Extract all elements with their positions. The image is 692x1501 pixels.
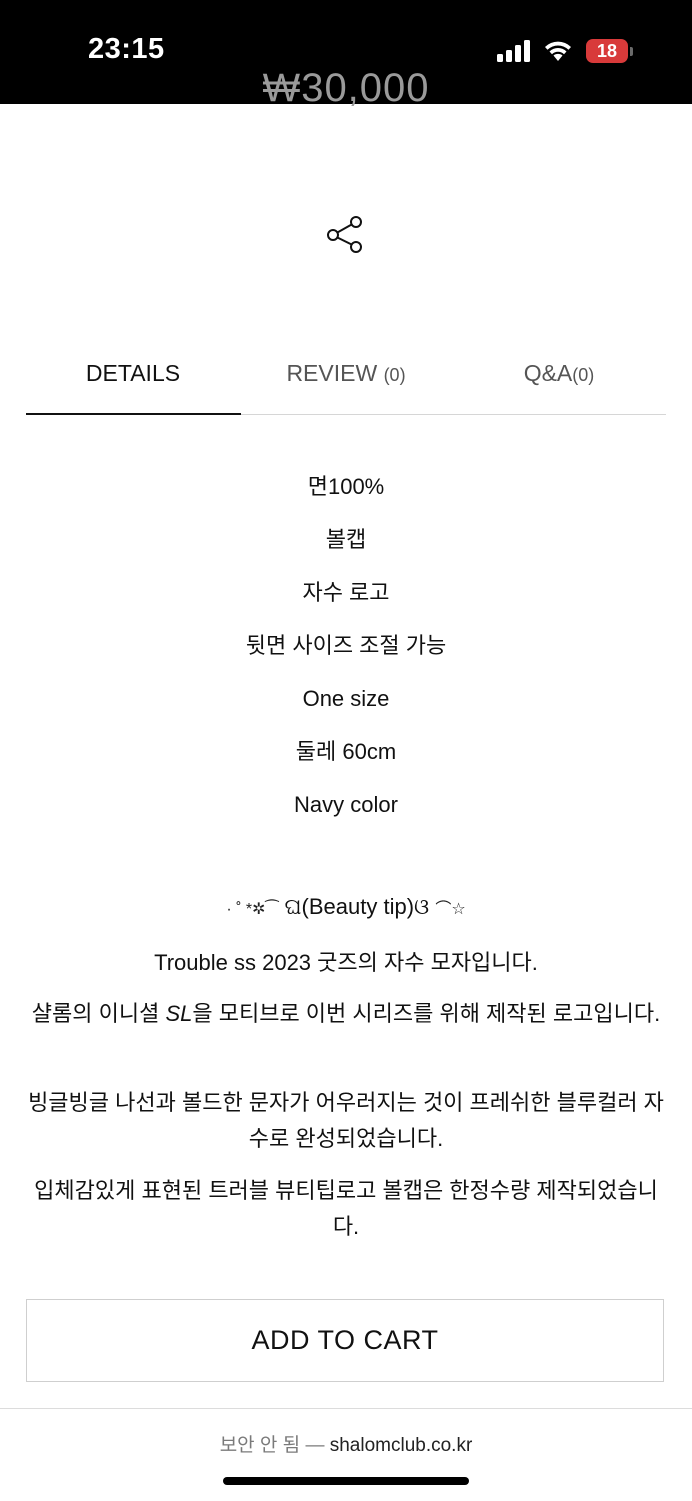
description-paragraph: 빙글빙글 나선과 볼드한 문자가 어우러지는 것이 프레쉬한 블루컬러 자수로 … (28, 1090, 664, 1151)
tab-qa[interactable]: Q&A(0) (452, 344, 666, 414)
description-paragraph: Trouble ss 2023 굿즈의 자수 모자입니다. (154, 950, 538, 975)
tab-review[interactable]: REVIEW (0) (240, 344, 452, 414)
home-indicator[interactable] (223, 1477, 469, 1485)
share-icon[interactable] (325, 214, 365, 254)
wifi-icon (545, 41, 571, 61)
product-price: ₩30,000 (262, 66, 430, 110)
spec-line: 둘레 60cm (295, 739, 397, 764)
insecure-label: 보안 안 됨 — (219, 1435, 325, 1456)
spec-line: Navy color (294, 792, 398, 817)
description-paragraph: 입체감있게 표현된 트러블 뷰티팁로고 볼캡은 한정수량 제작되었습니다. (34, 1178, 658, 1239)
spec-line: 볼캡 (325, 527, 367, 552)
add-to-cart-button[interactable]: ADD TO CART (26, 1299, 664, 1382)
tab-qa-count: (0) (572, 365, 595, 385)
battery-tip (630, 47, 633, 56)
status-time: 23:15 (88, 33, 165, 65)
beauty-tip-heading: · ˚ *✲⁀ ଘ(Beauty tip)ଓ ⌒☆ (0, 894, 692, 920)
spec-line: 면100% (307, 474, 385, 499)
tab-review-count: (0) (383, 365, 406, 385)
description-text: 샬롬의 이니셜 (31, 1001, 166, 1026)
spec-line: One size (302, 686, 390, 711)
spec-line: 자수 로고 (302, 580, 390, 605)
tab-details[interactable]: DETAILS (26, 344, 240, 414)
domain-text: shalomclub.co.kr (329, 1435, 473, 1456)
beauty-tip-suffix: ⌒☆ (435, 901, 466, 918)
tab-qa-label: Q&A (523, 360, 573, 386)
description-text: 을 모티브로 이번 시리즈를 위해 제작된 로고입니다. (192, 1001, 661, 1026)
tab-review-label: REVIEW (286, 360, 378, 386)
initial-sl: SL (165, 1001, 193, 1026)
description-paragraph: 샬롬의 이니셜 SL을 모티브로 이번 시리즈를 위해 제작된 로고입니다. (24, 996, 668, 1032)
tab-details-label: DETAILS (85, 360, 181, 386)
battery-level: 18 (586, 39, 628, 63)
product-tabs: DETAILS REVIEW (0) Q&A(0) (26, 344, 666, 416)
spec-line: 뒷면 사이즈 조절 가능 (245, 633, 447, 658)
address-bar[interactable]: 보안 안 됨 — shalomclub.co.kr (0, 1430, 692, 1457)
beauty-tip-title: ଘ(Beauty tip)ଓ (284, 894, 430, 919)
product-specs: 면100% 볼캡 자수 로고 뒷면 사이즈 조절 가능 One size 둘레 … (0, 470, 692, 841)
cellular-signal-icon (497, 40, 530, 62)
active-tab-indicator (26, 413, 241, 415)
beauty-tip-decoration: · ˚ *✲⁀ (226, 901, 279, 918)
